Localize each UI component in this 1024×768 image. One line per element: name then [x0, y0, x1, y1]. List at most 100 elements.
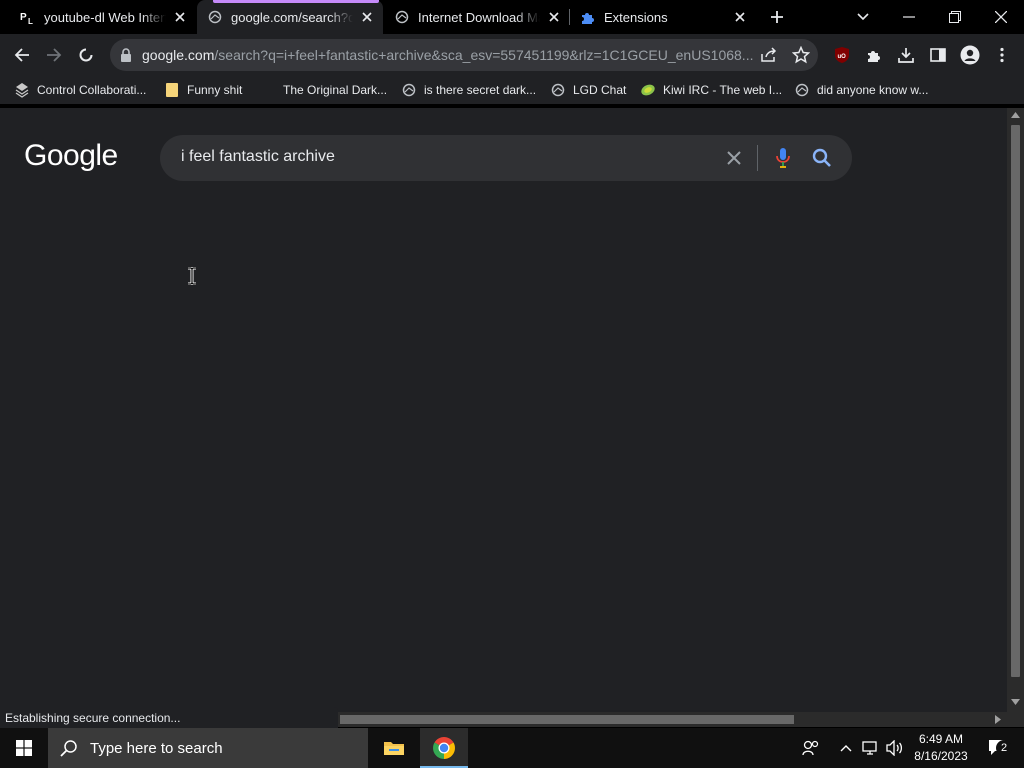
loading-indicator [213, 0, 379, 3]
puzzle-icon [580, 9, 596, 25]
back-button[interactable] [7, 40, 37, 70]
taskbar-search[interactable]: Type here to search [48, 728, 368, 768]
bookmark-label: Control Collaborati... [37, 83, 147, 97]
scroll-down-arrow-icon[interactable] [1011, 699, 1020, 705]
google-logo[interactable]: Google [24, 139, 118, 173]
share-icon[interactable] [760, 47, 778, 63]
globe-icon [550, 82, 566, 98]
file-explorer-icon [384, 742, 404, 755]
download-icon[interactable] [891, 40, 921, 70]
bookmark-label: The Original Dark... [283, 83, 388, 97]
globe-icon [207, 9, 223, 25]
stop-loading-button[interactable] [71, 40, 101, 70]
bookmark-control-collaboration[interactable]: Control Collaborati... [14, 80, 146, 100]
minimize-button[interactable] [894, 2, 924, 32]
system-clock[interactable]: 6:49 AM 8/16/2023 [910, 731, 972, 765]
tray-chevron-up-icon[interactable] [836, 728, 856, 768]
bookmark-label: LGD Chat [573, 83, 627, 97]
lock-icon[interactable] [120, 48, 132, 62]
scroll-up-arrow-icon[interactable] [1011, 112, 1020, 118]
volume-icon[interactable] [884, 728, 906, 768]
bookmark-did-anyone-know[interactable]: did anyone know w... [794, 80, 928, 100]
tab-search-chevron-down-icon[interactable] [848, 2, 878, 32]
close-tab-icon[interactable] [732, 9, 748, 25]
file-explorer-button[interactable] [370, 728, 418, 768]
windows-logo-icon [16, 740, 32, 756]
notification-count-badge: 2 [996, 740, 1012, 756]
profile-avatar-icon[interactable] [955, 40, 985, 70]
bookmark-original-dark[interactable]: The Original Dark... [283, 80, 387, 100]
extensions-puzzle-icon[interactable] [859, 40, 889, 70]
restore-button[interactable] [940, 2, 970, 32]
close-tab-icon[interactable] [359, 9, 375, 25]
address-bar[interactable]: google.com/search?q=i+feel+fantastic+arc… [110, 39, 818, 71]
windows-taskbar: Type here to search 6:49 AM 8/16/2023 2 [0, 728, 1024, 768]
bookmark-label: Kiwi IRC - The web I... [663, 83, 783, 97]
taskbar-search-placeholder: Type here to search [90, 739, 223, 757]
svg-text:uO: uO [838, 54, 847, 60]
scroll-right-arrow-icon[interactable] [995, 715, 1001, 724]
search-divider [757, 145, 758, 171]
side-panel-icon[interactable] [923, 40, 953, 70]
chrome-taskbar-button[interactable] [420, 728, 468, 768]
horizontal-scroll-thumb[interactable] [340, 715, 794, 724]
start-button[interactable] [0, 728, 48, 768]
clock-date: 8/16/2023 [914, 749, 968, 763]
people-icon[interactable] [798, 728, 824, 768]
control-collab-icon [14, 82, 30, 98]
text-cursor-icon [186, 267, 198, 285]
search-icon [60, 739, 78, 757]
page-content: Google i feel fantastic archive [0, 108, 1007, 712]
bookmark-label: is there secret dark... [424, 83, 537, 97]
tab-youtube-dl[interactable]: PL youtube-dl Web Interface [0, 0, 196, 34]
pl-favicon-icon: PL [20, 9, 36, 25]
search-input[interactable]: i feel fantastic archive [181, 148, 335, 166]
bookmark-star-icon[interactable] [792, 46, 810, 64]
voice-search-mic-icon[interactable] [771, 146, 795, 170]
url-host: google.com [142, 47, 215, 63]
status-bubble: Establishing secure connection... [0, 707, 338, 728]
vertical-scroll-thumb[interactable] [1011, 125, 1020, 677]
close-window-button[interactable] [986, 2, 1016, 32]
svg-text:P: P [20, 12, 27, 23]
close-tab-icon[interactable] [172, 9, 188, 25]
globe-icon [401, 82, 417, 98]
tab-title: youtube-dl Web Interface [44, 9, 166, 25]
kiwi-icon [640, 82, 656, 98]
chrome-icon [433, 737, 455, 759]
tab-title: Extensions [604, 9, 668, 25]
bookmark-funny-shit[interactable]: Funny shit [164, 80, 242, 100]
globe-icon [794, 82, 810, 98]
clear-search-icon[interactable] [722, 146, 746, 170]
tab-title: google.com/search?q=i+feel+fantastic+arc… [231, 9, 353, 25]
url-path: /search?q=i+feel+fantastic+archive&sca_e… [214, 47, 754, 63]
url-text[interactable]: google.com/search?q=i+feel+fantastic+arc… [142, 47, 754, 63]
vertical-scrollbar[interactable] [1007, 108, 1024, 712]
bookmark-label: did anyone know w... [817, 83, 929, 97]
search-icon[interactable] [810, 146, 834, 170]
tab-title: Internet Download Manager [418, 9, 540, 25]
close-tab-icon[interactable] [546, 9, 562, 25]
search-box[interactable]: i feel fantastic archive [160, 135, 852, 181]
browser-toolbar: google.com/search?q=i+feel+fantastic+arc… [0, 34, 1024, 76]
new-tab-button[interactable] [762, 2, 792, 32]
action-center-button[interactable]: 2 [978, 728, 1018, 768]
globe-icon [394, 9, 410, 25]
more-menu-icon[interactable] [987, 40, 1017, 70]
bookmarks-bar: Control Collaborati... Funny shit The Or… [0, 76, 1024, 104]
tab-idm[interactable]: Internet Download Manager [384, 0, 570, 34]
folder-icon [164, 82, 180, 98]
svg-text:L: L [28, 17, 33, 25]
network-icon[interactable] [860, 728, 882, 768]
clock-time: 6:49 AM [918, 732, 964, 746]
bookmark-secret-dark[interactable]: is there secret dark... [401, 80, 536, 100]
bookmark-kiwi-irc[interactable]: Kiwi IRC - The web I... [640, 80, 782, 100]
scrollbar-corner [1007, 712, 1024, 727]
tab-google-search[interactable]: google.com/search?q=i+feel+fantastic+arc… [197, 0, 383, 34]
bookmark-lgd-chat[interactable]: LGD Chat [550, 80, 626, 100]
ublock-origin-icon[interactable]: uO [827, 40, 857, 70]
forward-button[interactable] [39, 40, 69, 70]
bookmark-label: Funny shit [187, 83, 243, 97]
tab-extensions[interactable]: Extensions [570, 0, 756, 34]
tab-strip: PL youtube-dl Web Interface google.com/s… [0, 0, 1024, 34]
